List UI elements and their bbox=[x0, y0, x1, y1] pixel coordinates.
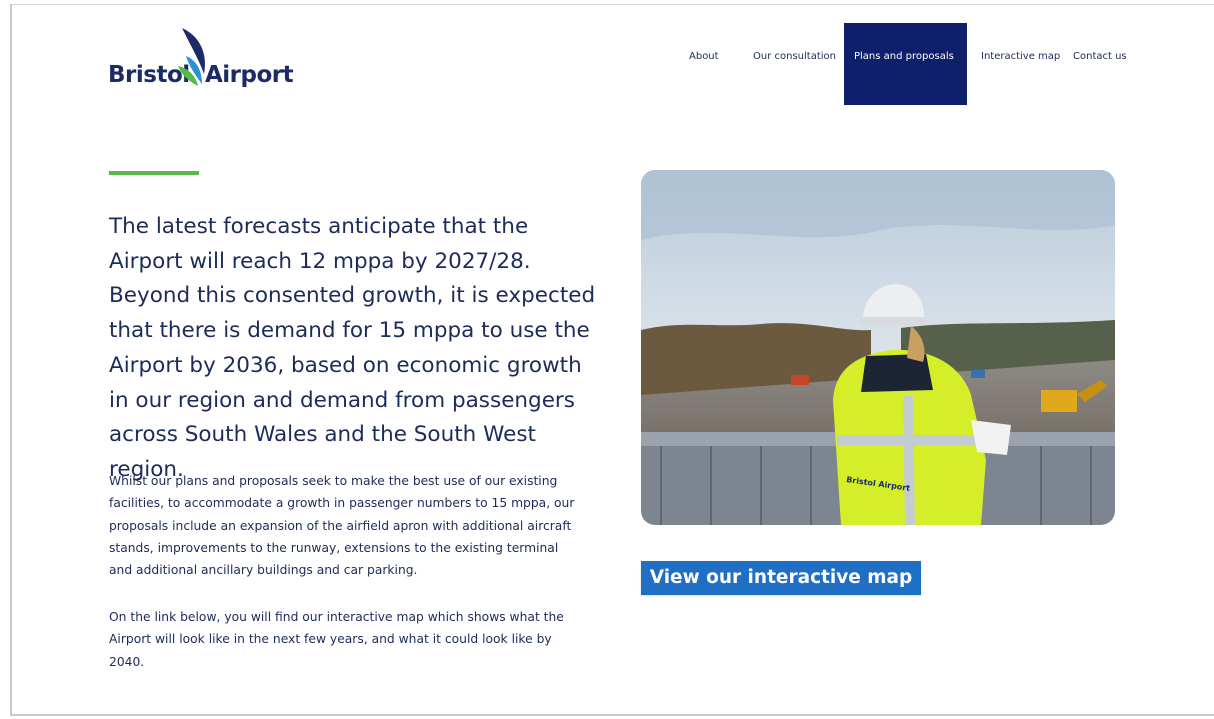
nav-item-our-consultation[interactable]: Our consultation bbox=[753, 23, 844, 105]
body-paragraph-plans: Whilst our plans and proposals seek to m… bbox=[109, 474, 575, 578]
view-interactive-map-button[interactable]: View our interactive map bbox=[641, 561, 921, 595]
nav-item-about[interactable]: About bbox=[672, 23, 753, 105]
main-nav: About Our consultation Plans and proposa… bbox=[672, 23, 1151, 105]
bristol-airport-logo[interactable]: Bristol Airport bbox=[108, 26, 294, 90]
nav-item-contact-us[interactable]: Contact us bbox=[1073, 23, 1151, 105]
accent-divider bbox=[109, 171, 199, 175]
nav-item-plans-and-proposals[interactable]: Plans and proposals bbox=[844, 23, 967, 105]
construction-site-photo: Bristol Airport bbox=[641, 170, 1115, 525]
body-paragraph-map-link: On the link below, you will find our int… bbox=[109, 610, 564, 669]
nav-item-interactive-map[interactable]: Interactive map bbox=[967, 23, 1073, 105]
logo-text-airport: Airport bbox=[205, 62, 294, 88]
lead-paragraph: The latest forecasts anticipate that the… bbox=[109, 214, 596, 482]
